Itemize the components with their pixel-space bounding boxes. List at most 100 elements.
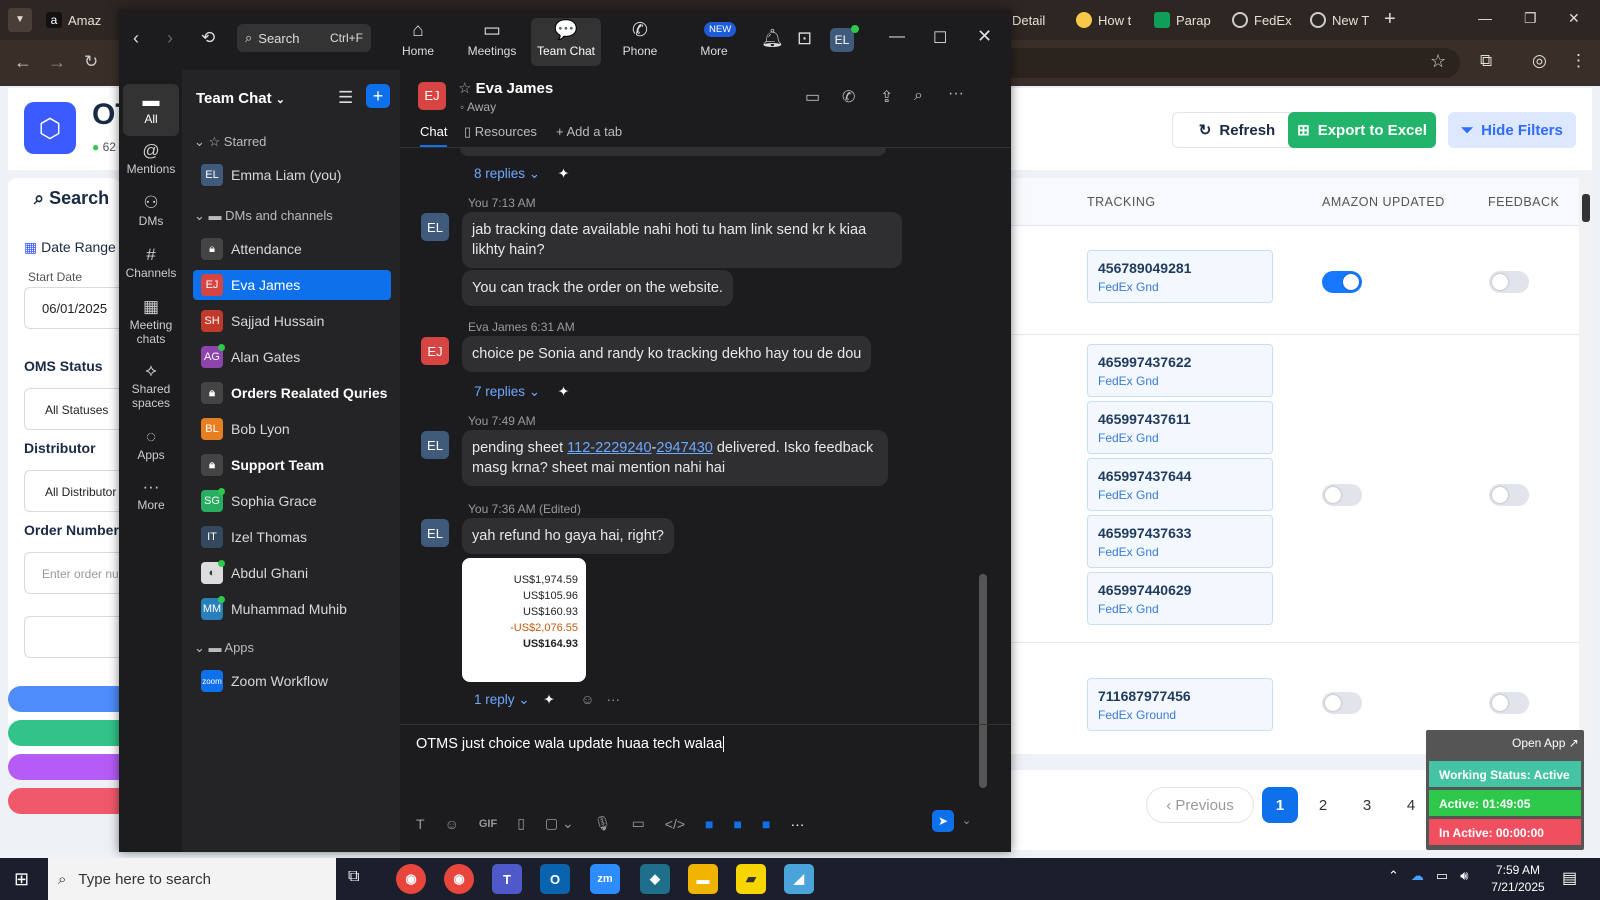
pagination-previous[interactable]: ‹ Previous	[1146, 787, 1254, 823]
share-screen-icon[interactable]: ⇪	[880, 87, 893, 107]
profile-icon[interactable]: ◎	[1532, 51, 1547, 71]
order-link[interactable]: 2947430	[656, 440, 712, 456]
chrome-profile-icon[interactable]: ◉	[444, 864, 474, 894]
chevron-up-icon[interactable]: ⌃	[1388, 868, 1399, 884]
sidebar-item-eva-james[interactable]: EJ Eva James	[193, 270, 391, 300]
sticky-notes-icon[interactable]: ▰	[736, 864, 766, 894]
volume-icon[interactable]: 🔊︎	[1460, 868, 1468, 884]
rail-more[interactable]: ··· More	[123, 476, 179, 512]
video-message-icon[interactable]: ▭	[632, 815, 645, 832]
table-scrollbar[interactable]	[1580, 178, 1592, 754]
teams-icon[interactable]: T	[492, 864, 522, 894]
browser-tab[interactable]: Detail	[1012, 8, 1045, 32]
zoom-taskbar-icon[interactable]: zm	[590, 864, 620, 894]
outlook-icon[interactable]: O	[540, 864, 570, 894]
file-explorer-icon[interactable]: ▬	[688, 864, 718, 894]
minimize-button[interactable]: —	[1478, 10, 1492, 26]
filter-icon[interactable]: ☰	[338, 88, 353, 108]
message-bubble[interactable]: You can track the order on the website.	[462, 270, 733, 306]
tracking-cell[interactable]: 465997437644 FedEx Gnd	[1087, 458, 1273, 511]
history-icon[interactable]: ⟲	[201, 28, 215, 48]
avatar[interactable]: EL	[830, 28, 854, 52]
browser-tab[interactable]: How t	[1076, 8, 1131, 32]
send-button[interactable]: ➤	[932, 810, 954, 832]
message-bubble[interactable]: yah refund ho gaya hai, right?	[462, 518, 674, 554]
nav-phone[interactable]: ✆ Phone	[605, 18, 675, 66]
app-blue-icon[interactable]: ■	[734, 816, 742, 832]
browser-tab[interactable]: a Amaz	[46, 8, 101, 32]
export-excel-button[interactable]: ⊞ Export to Excel	[1288, 112, 1436, 148]
gif-icon[interactable]: GIF	[479, 818, 497, 830]
format-text-icon[interactable]: T	[416, 816, 425, 832]
open-app-link[interactable]: Open App ↗	[1512, 736, 1579, 750]
order-number-input[interactable]: Enter order nu	[24, 552, 120, 594]
nav-team-chat[interactable]: 💬 Team Chat	[531, 18, 601, 66]
tracking-cell[interactable]: 711687977456 FedEx Ground	[1087, 678, 1273, 731]
tab-menu-button[interactable]: ▼	[8, 8, 32, 32]
filter-action-button[interactable]	[8, 720, 120, 746]
emoji-icon[interactable]: ☺	[445, 816, 459, 832]
pagination-page-current[interactable]: 1	[1262, 787, 1298, 823]
receipt-image[interactable]: US$1,974.59 US$105.96 US$160.93 -US$2,07…	[462, 558, 586, 682]
code-icon[interactable]: </>	[665, 816, 685, 832]
sidebar-item-alan-gates[interactable]: AG Alan Gates	[193, 342, 391, 372]
feedback-toggle[interactable]	[1489, 484, 1529, 506]
order-link[interactable]: 112-2229240	[567, 440, 651, 456]
maximize-icon[interactable]: ☐	[933, 28, 947, 48]
send-options-chevron-icon[interactable]: ⌄	[962, 814, 971, 827]
message-bubble[interactable]: jab tracking date available nahi hoti tu…	[462, 212, 902, 268]
more-tools-icon[interactable]: ···	[790, 816, 804, 832]
zoom-search-box[interactable]: ⌕ Search Ctrl+F	[237, 24, 371, 52]
nav-home[interactable]: ⌂ Home	[383, 18, 453, 66]
browser-tab[interactable]: FedEx	[1232, 8, 1292, 32]
file-icon[interactable]: ▯	[517, 815, 525, 832]
more-actions-icon[interactable]: ···	[606, 692, 620, 707]
app-icon[interactable]: ◢	[784, 864, 814, 894]
contact-name[interactable]: ☆ Eva James	[458, 79, 553, 97]
gift-icon[interactable]: ⊡	[797, 28, 812, 49]
back-icon[interactable]: ←	[14, 52, 32, 73]
ai-sparkle-icon[interactable]: ✦	[543, 692, 554, 707]
screenshot-icon[interactable]: ▢ ⌄	[545, 815, 574, 832]
thread-replies-link[interactable]: 8 replies ⌄ ✦	[474, 166, 569, 182]
windows-start-icon[interactable]: ⊞	[14, 869, 29, 890]
star-icon[interactable]: ☆	[458, 80, 471, 97]
pagination-page[interactable]: 4	[1393, 787, 1429, 823]
bookmark-star-icon[interactable]: ☆	[1430, 51, 1446, 72]
message-composer[interactable]: OTMS just choice wala update huaa tech w…	[416, 736, 986, 800]
hide-filters-button[interactable]: ⏷ Hide Filters	[1448, 112, 1576, 148]
app-blue-icon[interactable]: ■	[762, 816, 770, 832]
rail-shared-spaces[interactable]: ⟡ Shared spaces	[123, 360, 179, 410]
sidebar-item-bob-lyon[interactable]: BL Bob Lyon	[193, 414, 391, 444]
sidebar-item-abdul-ghani[interactable]: ◐ Abdul Ghani	[193, 558, 391, 588]
chrome-icon[interactable]: ◉	[396, 864, 426, 894]
system-clock[interactable]: 7:59 AM 7/21/2025	[1484, 862, 1552, 896]
ai-sparkle-icon[interactable]: ✦	[558, 166, 569, 181]
sidebar-item-zoom-workflow[interactable]: zoom Zoom Workflow	[193, 666, 391, 696]
minimize-icon[interactable]: —	[889, 28, 905, 46]
maximize-button[interactable]: ❐	[1524, 10, 1537, 27]
rail-mentions[interactable]: @ Mentions	[123, 140, 179, 176]
new-tab-button[interactable]: +	[1384, 8, 1396, 31]
message-bubble[interactable]: choice pe Sonia and randy ko tracking de…	[462, 336, 872, 372]
filter-input[interactable]	[24, 616, 120, 658]
tab-add[interactable]: + Add a tab	[556, 124, 622, 139]
contact-avatar[interactable]: EJ	[418, 82, 446, 110]
filter-action-button[interactable]	[8, 686, 120, 712]
notification-center-icon[interactable]: ▤	[1562, 868, 1577, 888]
reload-icon[interactable]: ↻	[84, 52, 98, 72]
bell-icon[interactable]: 🔔︎	[761, 28, 784, 49]
team-chat-title[interactable]: Team Chat ⌄	[196, 90, 285, 107]
extensions-icon[interactable]: ⧉	[1480, 51, 1492, 71]
section-starred[interactable]: ⌄ ☆ Starred	[194, 134, 266, 150]
rail-all[interactable]: ▬ All	[123, 84, 179, 136]
section-dms-channels[interactable]: ⌄ ▬ DMs and channels	[194, 208, 333, 224]
amazon-updated-toggle[interactable]	[1322, 484, 1362, 506]
video-call-icon[interactable]: ▭	[805, 87, 820, 107]
amazon-updated-toggle[interactable]	[1322, 271, 1362, 293]
message-bubble[interactable]: pending sheet 112-2229240-2947430 delive…	[462, 430, 888, 486]
browser-tab[interactable]: Parap	[1154, 8, 1211, 32]
network-icon[interactable]: ▭	[1436, 868, 1448, 884]
distributor-select[interactable]: All Distributor	[24, 470, 120, 512]
browser-menu-icon[interactable]: ⋮	[1570, 51, 1587, 71]
